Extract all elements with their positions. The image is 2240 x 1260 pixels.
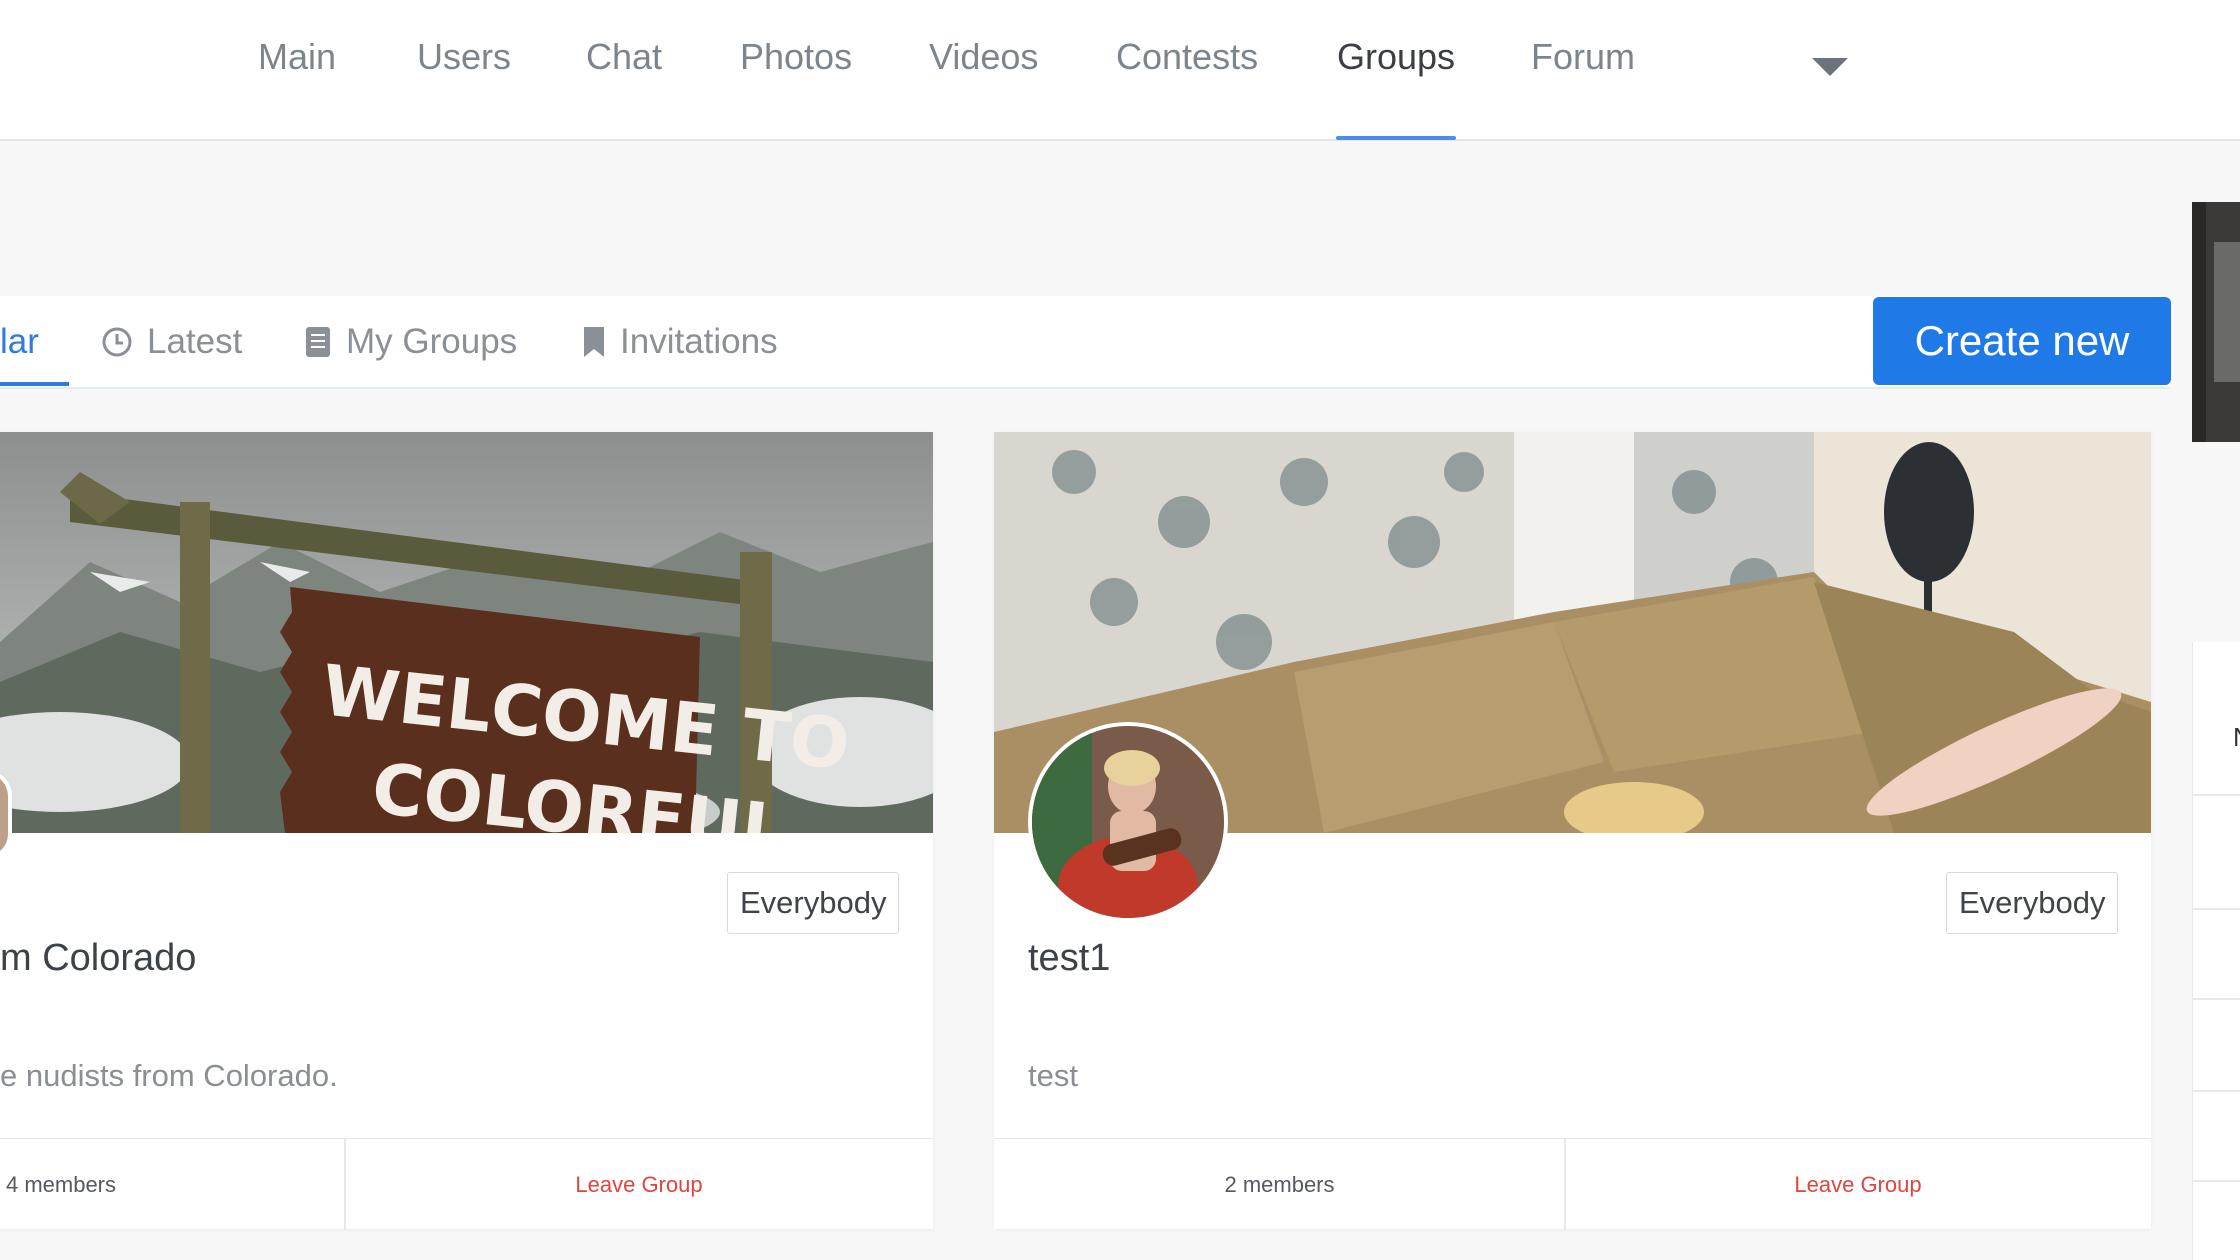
- group-footer: 4 members Leave Group: [0, 1138, 933, 1230]
- tab-invitations[interactable]: Invitations: [582, 318, 778, 366]
- sidebar-panel: N: [2192, 642, 2240, 1260]
- nav-active-indicator: [1336, 136, 1456, 140]
- tab-latest[interactable]: Latest: [101, 318, 242, 366]
- privacy-badge: Everybody: [1946, 872, 2119, 934]
- group-avatar[interactable]: [1028, 722, 1228, 922]
- group-footer: 2 members Leave Group: [994, 1138, 2151, 1230]
- group-title[interactable]: m Colorado: [0, 937, 196, 980]
- nav-forum[interactable]: Forum: [1531, 36, 1635, 78]
- sidebar-photo[interactable]: [2192, 202, 2240, 442]
- groups-tabs: lar Latest My Groups Invitations: [0, 296, 2171, 389]
- group-cover-image[interactable]: WELCOME TO COLORFUL: [0, 432, 933, 833]
- leave-group-button[interactable]: Leave Group: [1565, 1139, 2151, 1230]
- tab-popular-label: lar: [0, 322, 39, 361]
- tab-latest-label: Latest: [147, 322, 243, 361]
- tab-popular[interactable]: lar: [0, 318, 39, 366]
- privacy-badge: Everybody: [727, 872, 900, 934]
- group-description: test: [1028, 1058, 1078, 1093]
- sidebar-letter: N: [2233, 722, 2240, 753]
- top-navigation: Main Users Chat Photos Videos Contests G…: [0, 0, 2240, 141]
- tab-invitations-label: Invitations: [620, 322, 778, 361]
- group-card[interactable]: Everybody test1 test 2 members Leave Gro…: [994, 432, 2151, 1230]
- members-count: 4 members: [5, 1171, 117, 1197]
- document-icon: [306, 327, 330, 357]
- nav-main[interactable]: Main: [258, 36, 336, 78]
- nav-videos[interactable]: Videos: [929, 36, 1038, 78]
- group-card[interactable]: WELCOME TO COLORFUL Everybody m Colorado…: [0, 432, 933, 1230]
- tab-active-indicator: [0, 382, 69, 386]
- bookmark-icon: [584, 327, 604, 357]
- caret-down-icon: [1812, 58, 1848, 76]
- tab-my-groups-label: My Groups: [346, 322, 518, 361]
- leave-group-button[interactable]: Leave Group: [345, 1139, 933, 1230]
- members-count: 2 members: [1224, 1171, 1335, 1197]
- group-title[interactable]: test1: [1028, 937, 1110, 980]
- create-group-button[interactable]: Create new: [1873, 297, 2171, 385]
- nav-chat[interactable]: Chat: [586, 36, 662, 78]
- group-description: e nudists from Colorado.: [0, 1058, 338, 1093]
- nav-users[interactable]: Users: [417, 36, 511, 78]
- nav-groups[interactable]: Groups: [1337, 36, 1455, 78]
- nav-more-button[interactable]: [1810, 52, 1850, 82]
- clock-icon: [102, 327, 132, 357]
- nav-photos[interactable]: Photos: [740, 36, 852, 78]
- nav-contests[interactable]: Contests: [1116, 36, 1258, 78]
- tab-my-groups[interactable]: My Groups: [304, 318, 517, 366]
